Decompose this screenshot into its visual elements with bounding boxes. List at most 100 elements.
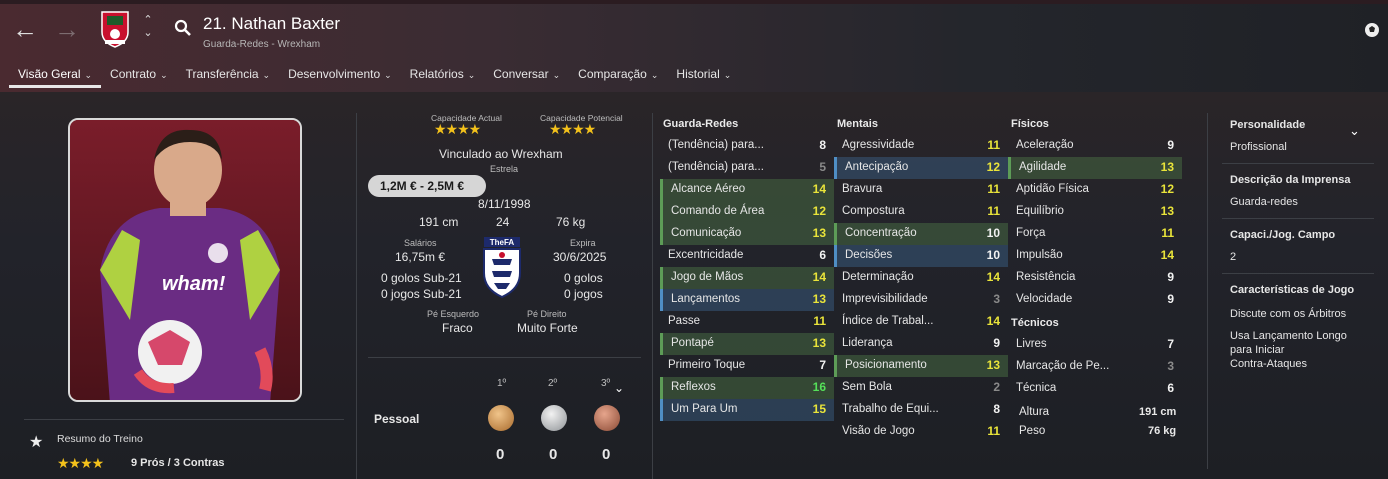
attribute-value: 14 [986, 270, 1000, 284]
england-fa-badge-icon[interactable]: TheFA [480, 235, 524, 299]
attribute-row[interactable]: Excentricidade 6 [660, 245, 834, 267]
attribute-row[interactable]: Força 11 [1008, 223, 1182, 245]
tab-conversar[interactable]: Conversar ⌄ [484, 62, 569, 88]
weight-measure: 76 kg [1148, 425, 1177, 437]
u21-caps-label: 0 jogos Sub-21 [381, 287, 462, 301]
attribute-row[interactable]: Velocidade 9 [1008, 289, 1182, 311]
attribute-row[interactable]: Agressividade 11 [834, 135, 1008, 157]
attribute-row[interactable]: Resistência 9 [1008, 267, 1182, 289]
training-summary-label: Resumo do Treino [57, 433, 143, 445]
attribute-value: 3 [993, 292, 1000, 306]
attribute-label: Marcação de Pe... [1016, 360, 1110, 372]
attribute-value: 13 [1160, 160, 1174, 174]
pitch-ability-value: 2 [1230, 251, 1237, 263]
attribute-value: 9 [1167, 292, 1174, 306]
chevron-down-icon: ⌄ [262, 70, 271, 80]
wages-label: Salários [404, 238, 437, 248]
attribute-value: 10 [986, 248, 1000, 262]
player-switch[interactable]: ⌃ ⌄ [141, 14, 155, 40]
tab-relatorios[interactable]: Relatórios ⌄ [401, 62, 485, 88]
attribute-row[interactable]: Equilíbrio 13 [1008, 201, 1182, 223]
height-value: 191 cm [419, 215, 459, 229]
transfer-value-badge[interactable]: 1,2M € - 2,5M € [368, 175, 486, 197]
attribute-row[interactable]: Alcance Aéreo 14 [660, 179, 834, 201]
chevron-down-icon[interactable]: ⌄ [614, 381, 624, 395]
attribute-value: 5 [819, 160, 826, 174]
attribute-row[interactable]: Determinação 14 [834, 267, 1008, 289]
attribute-value: 3 [1167, 359, 1174, 373]
club-crest-icon[interactable] [99, 10, 131, 48]
tab-desenvolvimento[interactable]: Desenvolvimento ⌄ [279, 62, 401, 88]
attribute-value: 9 [1167, 138, 1174, 152]
attribute-row[interactable]: Pontapé 13 [660, 333, 834, 355]
award-col-3: 3º [601, 378, 611, 389]
attribute-row[interactable]: Antecipação 12 [834, 157, 1008, 179]
trait-item-continued[interactable]: Contra-Ataques [1230, 358, 1307, 370]
search-icon[interactable] [174, 19, 192, 37]
attribute-row[interactable]: Bravura 11 [834, 179, 1008, 201]
trait-item[interactable]: Usa Lançamento Longo [1230, 330, 1347, 342]
attribute-row[interactable]: (Tendência) para... 5 [660, 157, 834, 179]
attribute-value: 11 [1161, 226, 1174, 240]
attribute-label: Aptidão Física [1016, 183, 1089, 195]
up-arrow-icon[interactable]: ⌃ [141, 14, 155, 27]
tab-historial[interactable]: Historial ⌄ [667, 62, 740, 88]
tab-transferencia[interactable]: Transferência ⌄ [177, 62, 279, 88]
attribute-label: Jogo de Mãos [671, 271, 744, 283]
attribute-row[interactable]: Decisões 10 [834, 245, 1008, 267]
player-position-club: Guarda-Redes - Wrexham [203, 39, 321, 50]
forward-button[interactable]: → [54, 16, 80, 42]
attribute-row[interactable]: Comando de Área 12 [660, 201, 834, 223]
football-icon[interactable] [1364, 22, 1380, 38]
attribute-row[interactable]: Visão de Jogo 11 [834, 421, 1008, 443]
attribute-row[interactable]: Técnica 6 [1008, 378, 1182, 400]
chevron-down-icon[interactable]: ⌄ [1349, 123, 1360, 139]
attribute-row[interactable]: Índice de Trabal... 14 [834, 311, 1008, 333]
attribute-row[interactable]: Passe 11 [660, 311, 834, 333]
club-status: Vinculado ao Wrexham [439, 147, 563, 161]
attribute-row[interactable]: Agilidade 13 [1008, 157, 1182, 179]
personality-label: Personalidade [1230, 119, 1306, 131]
attribute-row[interactable]: Impulsão 14 [1008, 245, 1182, 267]
attribute-value: 8 [993, 402, 1000, 416]
attribute-value: 11 [987, 182, 1000, 196]
attribute-row[interactable]: Posicionamento 13 [834, 355, 1008, 377]
attribute-value: 6 [819, 248, 826, 262]
award-count-3: 0 [602, 446, 611, 463]
attribute-label: Comando de Área [671, 205, 765, 217]
down-arrow-icon[interactable]: ⌄ [141, 27, 155, 40]
attribute-row[interactable]: Primeiro Toque 7 [660, 355, 834, 377]
tab-contrato[interactable]: Contrato ⌄ [101, 62, 177, 88]
attribute-row[interactable]: Marcação de Pe... 3 [1008, 356, 1182, 378]
attribute-row[interactable]: Liderança 9 [834, 333, 1008, 355]
attribute-label: Primeiro Toque [668, 359, 746, 371]
attribute-value: 13 [986, 358, 1000, 372]
attribute-row[interactable]: Imprevisibilidade 3 [834, 289, 1008, 311]
attribute-row[interactable]: Comunicação 13 [660, 223, 834, 245]
tab-comparacao[interactable]: Comparação ⌄ [569, 62, 667, 88]
attribute-label: Equilíbrio [1016, 205, 1064, 217]
attribute-row[interactable]: Aceleração 9 [1008, 135, 1182, 157]
attribute-row[interactable]: Compostura 11 [834, 201, 1008, 223]
attribute-row[interactable]: Um Para Um 15 [660, 399, 834, 421]
trait-item-continued[interactable]: para Iniciar [1230, 344, 1284, 356]
trait-item[interactable]: Discute com os Árbitros [1230, 308, 1346, 320]
back-button[interactable]: ← [12, 16, 38, 42]
technical-attributes-title: Técnicos [1011, 317, 1059, 329]
attribute-row[interactable]: Jogo de Mãos 14 [660, 267, 834, 289]
attribute-value: 9 [1167, 270, 1174, 284]
attribute-value: 11 [987, 138, 1000, 152]
attribute-row[interactable]: Reflexos 16 [660, 377, 834, 399]
age-value: 24 [496, 215, 510, 229]
attribute-label: Força [1016, 227, 1046, 239]
attribute-row[interactable]: Livres 7 [1008, 334, 1182, 356]
attribute-row[interactable]: Concentração 10 [834, 223, 1008, 245]
attribute-row[interactable]: Trabalho de Equi... 8 [834, 399, 1008, 421]
attribute-value: 11 [987, 204, 1000, 218]
attribute-row[interactable]: Lançamentos 13 [660, 289, 834, 311]
attribute-row[interactable]: Sem Bola 2 [834, 377, 1008, 399]
training-pros-cons[interactable]: 9 Prós / 3 Contras [131, 457, 225, 469]
attribute-row[interactable]: (Tendência) para... 8 [660, 135, 834, 157]
attribute-row[interactable]: Aptidão Física 12 [1008, 179, 1182, 201]
tab-visao-geral[interactable]: Visão Geral ⌄ [9, 62, 102, 88]
